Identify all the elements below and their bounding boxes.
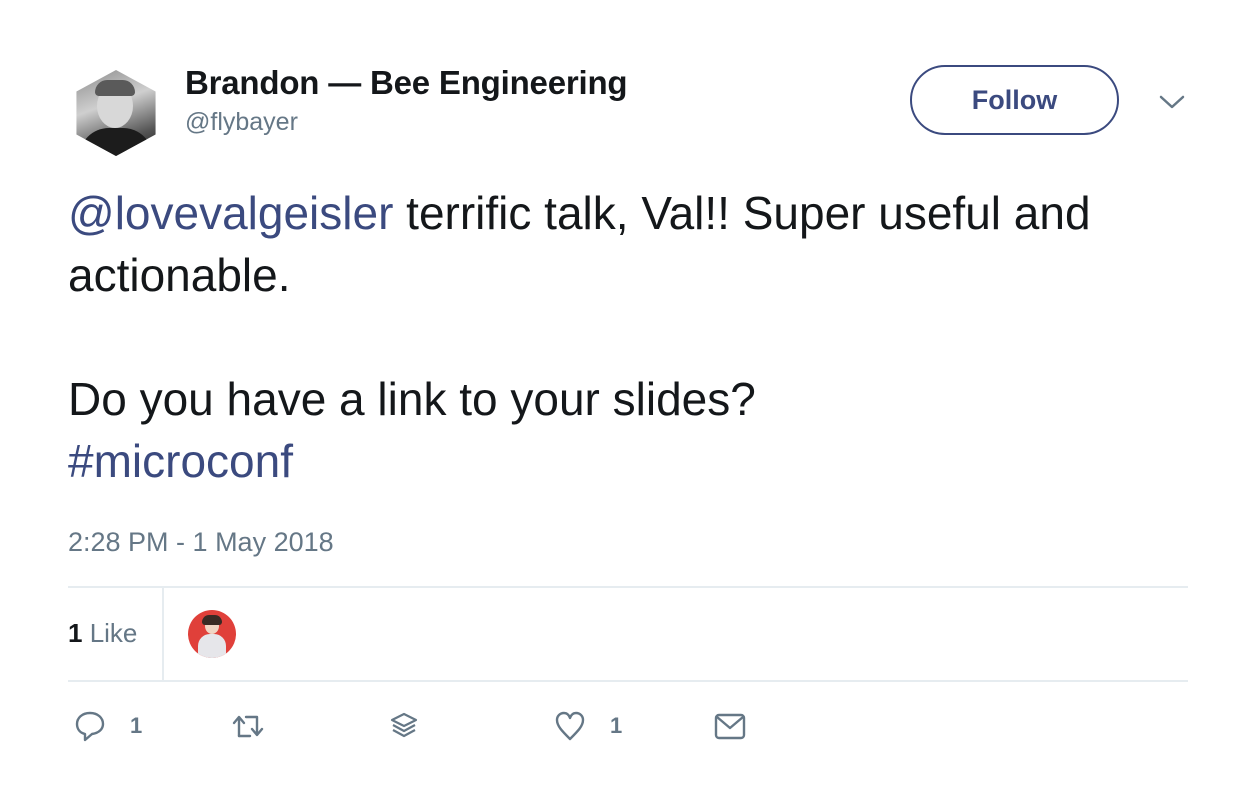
buffer-button[interactable] <box>386 708 422 744</box>
heart-icon <box>555 711 585 741</box>
tweet-paragraph-2: Do you have a link to your slides? #micr… <box>68 368 1208 492</box>
envelope-icon <box>714 713 746 740</box>
mention-link[interactable]: @lovevalgeisler <box>68 187 393 239</box>
like-button[interactable]: 1 <box>552 708 622 744</box>
tweet-text-line2: Do you have a link to your slides? <box>68 373 756 425</box>
reply-icon <box>75 711 105 742</box>
like-count: 1 <box>610 713 623 738</box>
retweet-icon <box>232 715 264 738</box>
chevron-down-icon <box>1159 95 1185 109</box>
follow-button[interactable]: Follow <box>910 65 1119 135</box>
stats-divider-vertical <box>162 588 164 680</box>
layers-icon <box>390 712 418 738</box>
direct-message-button[interactable] <box>712 708 748 744</box>
retweet-button[interactable] <box>230 708 288 744</box>
tweet-text: @lovevalgeisler terrific talk, Val!! Sup… <box>68 182 1208 492</box>
avatar-hair <box>95 80 135 96</box>
stats-divider-top <box>68 586 1188 588</box>
reply-count: 1 <box>130 713 143 738</box>
likes-stat-label: Like <box>82 618 138 648</box>
tweet-paragraph-1: @lovevalgeisler terrific talk, Val!! Sup… <box>68 182 1208 306</box>
stats-divider-bottom <box>68 680 1188 682</box>
tweet-timestamp[interactable]: 2:28 PM - 1 May 2018 <box>68 527 334 558</box>
avatar-body <box>79 128 153 156</box>
author-handle[interactable]: @flybayer <box>185 108 298 137</box>
liker-avatar[interactable] <box>188 610 236 658</box>
reply-button[interactable]: 1 <box>72 708 142 744</box>
liker-avatar-hair <box>202 615 222 625</box>
hashtag-link[interactable]: #microconf <box>68 430 1208 492</box>
likes-stat[interactable]: 1 Like <box>68 618 137 649</box>
likes-stat-count: 1 <box>68 618 83 648</box>
liker-avatar-body <box>198 634 226 658</box>
author-avatar[interactable] <box>76 70 156 156</box>
more-options-button[interactable] <box>1158 92 1186 112</box>
author-display-name[interactable]: Brandon — Bee Engineering <box>185 64 628 102</box>
